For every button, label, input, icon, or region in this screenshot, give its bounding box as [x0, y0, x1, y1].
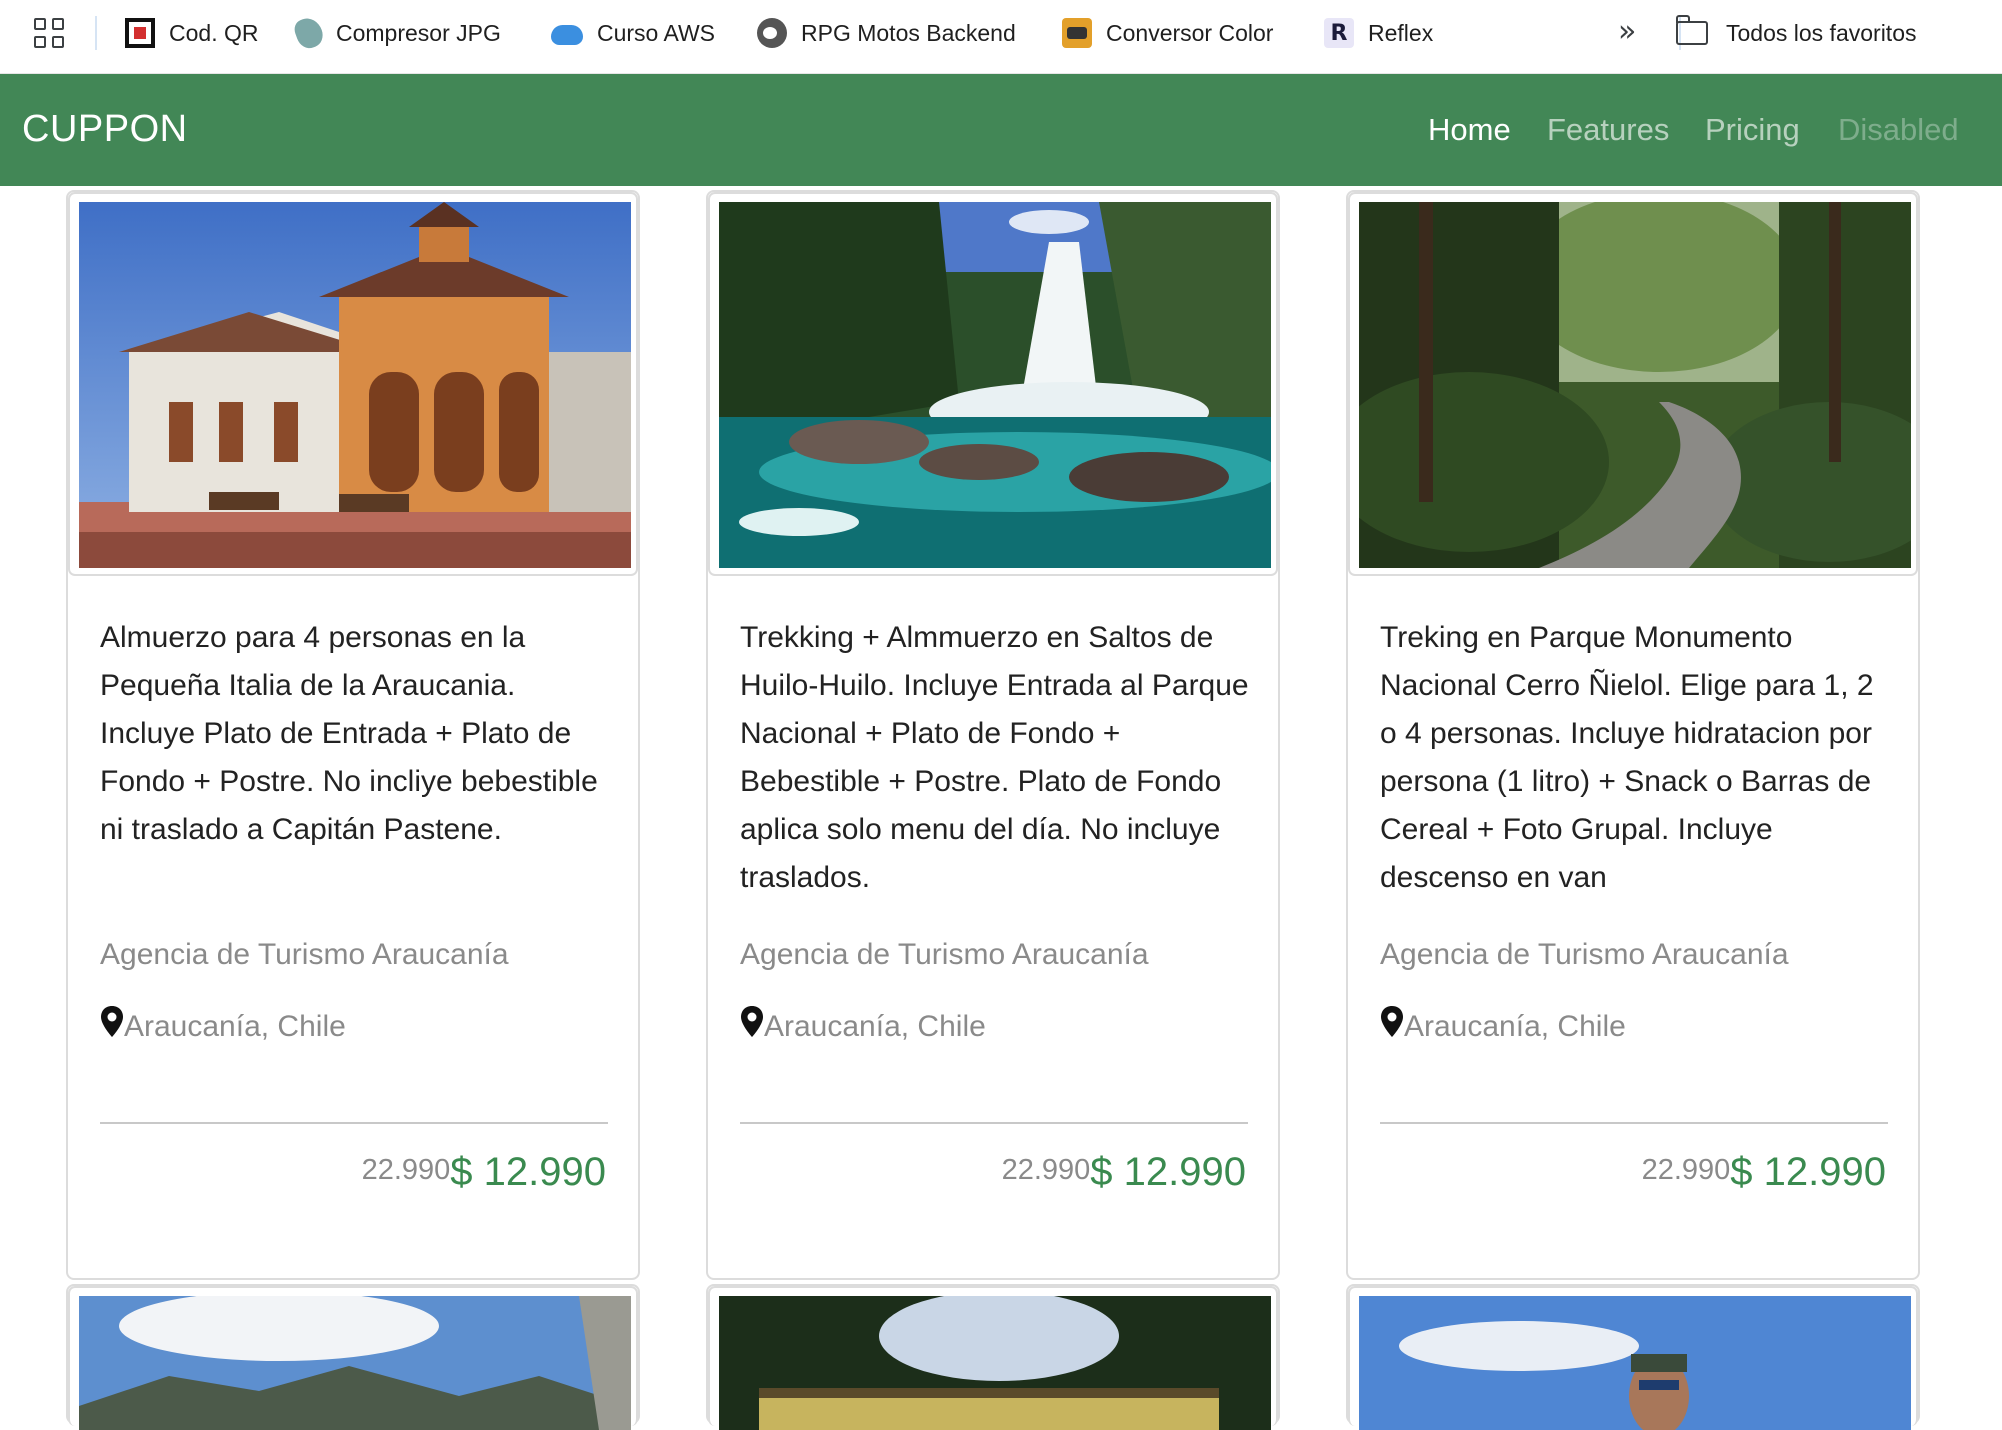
price-row: 22.990 $ 12.990	[1642, 1150, 1886, 1195]
card-image-frame	[1348, 192, 1918, 576]
jpg-compressor-icon	[291, 14, 327, 52]
folder-icon	[1675, 15, 1708, 45]
deal-card[interactable]: Almuerzo para 4 personas en la Pequeña I…	[66, 190, 640, 1280]
brand-logo[interactable]: CUPPON	[22, 108, 188, 151]
card-image-frame	[68, 192, 638, 576]
bookmark-label: Compresor JPG	[336, 19, 501, 46]
agency-name: Agencia de Turismo Araucanía	[740, 938, 1149, 971]
card-image-frame	[68, 1286, 638, 1430]
bookmark-label: RPG Motos Backend	[801, 19, 1016, 46]
location: Araucanía, Chile	[100, 1006, 346, 1044]
nav-pricing[interactable]: Pricing	[1705, 112, 1800, 148]
discount-price: $ 12.990	[450, 1150, 606, 1194]
card-image-frame	[708, 1286, 1278, 1430]
waterfall-photo[interactable]	[719, 202, 1271, 568]
bookmark-label: Conversor Color	[1106, 19, 1274, 46]
bookmark-rpg-motos-backend[interactable]: RPG Motos Backend	[757, 14, 1016, 52]
price-row: 22.990 $ 12.990	[362, 1150, 606, 1195]
map-pin-icon	[101, 1006, 123, 1037]
deal-card[interactable]: Trekking + Almmuerzo en Saltos de Huilo-…	[706, 190, 1280, 1280]
discount-price: $ 12.990	[1090, 1150, 1246, 1194]
deal-card[interactable]	[66, 1284, 640, 1430]
deal-card[interactable]	[1346, 1284, 1920, 1430]
deal-card[interactable]: Treking en Parque Monumento Nacional Cer…	[1346, 190, 1920, 1280]
divider	[740, 1122, 1248, 1124]
all-bookmarks-label: Todos los favoritos	[1726, 19, 1917, 46]
original-price: 22.990	[1001, 1154, 1091, 1186]
agency-name: Agencia de Turismo Araucanía	[1380, 938, 1789, 971]
location-label: Araucanía, Chile	[764, 1010, 986, 1043]
map-pin-icon	[1381, 1006, 1403, 1037]
bookmark-compresor-jpg[interactable]: Compresor JPG	[291, 14, 501, 52]
discount-price: $ 12.990	[1730, 1150, 1886, 1194]
price-row: 22.990 $ 12.990	[1002, 1150, 1246, 1195]
location: Araucanía, Chile	[1380, 1006, 1626, 1044]
original-price: 22.990	[1641, 1154, 1731, 1186]
deal-description: Trekking + Almmuerzo en Saltos de Huilo-…	[740, 621, 1249, 894]
location: Araucanía, Chile	[740, 1006, 986, 1044]
bookmark-label: Cod. QR	[169, 19, 259, 46]
cloud-icon	[551, 25, 583, 45]
all-bookmarks-folder[interactable]: Todos los favoritos	[1675, 14, 1917, 52]
nav-disabled: Disabled	[1838, 112, 1959, 147]
divider	[1380, 1122, 1888, 1124]
mountain-photo[interactable]	[79, 1296, 631, 1430]
rpg-icon	[757, 18, 787, 48]
map-pin-icon	[741, 1006, 763, 1037]
person-photo[interactable]	[1359, 1296, 1911, 1430]
color-converter-icon	[1062, 18, 1092, 48]
forest-road-photo[interactable]	[1359, 202, 1911, 568]
bookmarks-bar: Cod. QR Compresor JPG Curso AWS RPG Moto…	[0, 0, 2002, 74]
bookmark-conversor-color[interactable]: Conversor Color	[1062, 14, 1273, 52]
bookmarks-separator	[95, 16, 97, 50]
card-image-frame	[1348, 1286, 1918, 1430]
agency-name: Agencia de Turismo Araucanía	[100, 938, 509, 971]
location-label: Araucanía, Chile	[124, 1010, 346, 1043]
nav-features[interactable]: Features	[1547, 112, 1669, 148]
bookmark-label: Curso AWS	[597, 19, 716, 46]
bookmark-cod-qr[interactable]: Cod. QR	[125, 14, 258, 52]
bookmark-reflex[interactable]: R Reflex	[1324, 14, 1433, 52]
nav-home[interactable]: Home	[1428, 112, 1511, 148]
deal-description: Almuerzo para 4 personas en la Pequeña I…	[100, 621, 598, 846]
deal-card[interactable]	[706, 1284, 1280, 1430]
bookmark-label: Reflex	[1368, 19, 1434, 46]
location-label: Araucanía, Chile	[1404, 1010, 1626, 1043]
deal-description: Treking en Parque Monumento Nacional Cer…	[1380, 621, 1874, 894]
apps-grid-icon[interactable]	[34, 18, 64, 48]
building-photo[interactable]	[79, 202, 631, 568]
navbar: CUPPON Home Features Pricing Disabled	[0, 74, 2002, 186]
divider	[100, 1122, 608, 1124]
original-price: 22.990	[361, 1154, 451, 1186]
card-image-frame	[708, 192, 1278, 576]
bookmark-curso-aws[interactable]: Curso AWS	[551, 14, 715, 52]
qr-code-icon	[125, 18, 155, 48]
house-photo[interactable]	[719, 1296, 1271, 1430]
chevron-double-right-icon[interactable]: »	[1618, 14, 1636, 49]
reflex-icon: R	[1324, 18, 1354, 48]
